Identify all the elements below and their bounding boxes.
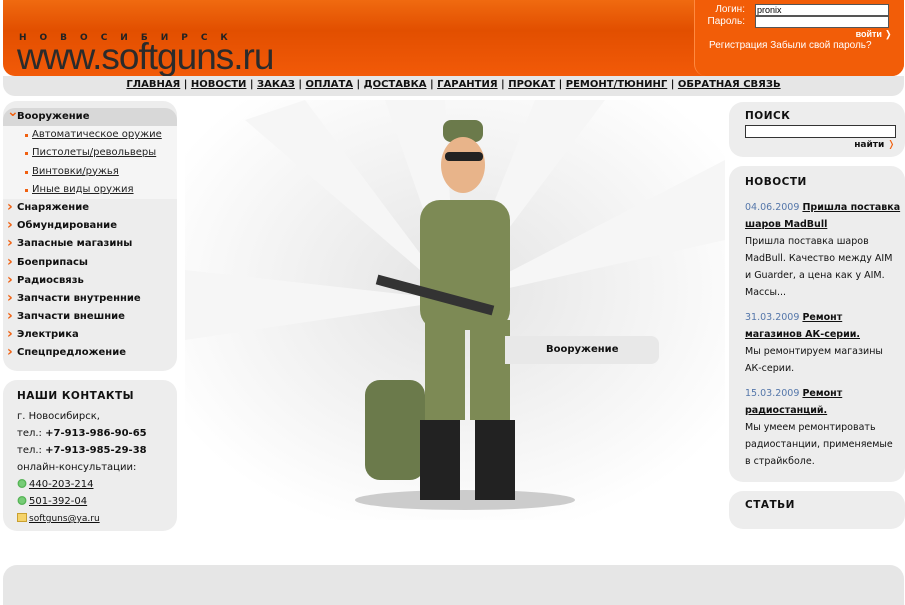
news-text: Мы ремонтируем магазины АК-серии. xyxy=(745,346,883,374)
main-nav: ГЛАВНАЯ | НОВОСТИ | ЗАКАЗ | ОПЛАТА | ДОС… xyxy=(3,76,904,96)
footer xyxy=(3,565,904,605)
news-date: 31.03.2009 xyxy=(745,312,800,323)
email-link[interactable]: softguns@ya.ru xyxy=(29,514,100,524)
menu-item[interactable]: Снаряжение xyxy=(3,198,177,217)
news-item: 31.03.2009 Ремонт магазинов АК-серии. Мы … xyxy=(745,309,901,377)
contacts-title: НАШИ КОНТАКТЫ xyxy=(17,390,135,402)
nav-payment[interactable]: ОПЛАТА xyxy=(306,79,353,90)
menu-item[interactable]: Боеприпасы xyxy=(3,252,177,272)
nav-delivery[interactable]: ДОСТАВКА xyxy=(364,79,427,90)
submenu-other[interactable]: Иные виды оружия xyxy=(32,184,134,195)
login-panel: Логин: Пароль: войти ❭ Регистрация Забыл… xyxy=(694,0,904,76)
site-logo[interactable]: www.softguns.ru xyxy=(17,36,274,78)
tel-label: тел.: xyxy=(17,445,42,456)
icq-icon xyxy=(17,496,27,505)
news-item: 15.03.2009 Ремонт радиостанций. Мы умеем … xyxy=(745,385,901,470)
articles-panel: СТАТЬИ xyxy=(729,491,905,529)
icq-icon xyxy=(17,479,27,488)
news-date: 15.03.2009 xyxy=(745,388,800,399)
login-input[interactable] xyxy=(755,4,889,16)
menu-item[interactable]: Запчасти внутренние xyxy=(3,289,177,308)
menu-item-weapons[interactable]: Вооружение xyxy=(3,103,177,127)
login-label: Логин: xyxy=(715,4,745,15)
news-title: НОВОСТИ xyxy=(745,176,807,188)
contacts-panel: НАШИ КОНТАКТЫ г. Новосибирск, тел.: +7-9… xyxy=(3,380,177,531)
nav-warranty[interactable]: ГАРАНТИЯ xyxy=(437,79,497,90)
nav-home[interactable]: ГЛАВНАЯ xyxy=(126,79,180,90)
icq-link-2[interactable]: 501-392-04 xyxy=(29,496,87,507)
password-label: Пароль: xyxy=(707,16,745,27)
news-date: 04.06.2009 xyxy=(745,202,800,213)
menu-item[interactable]: Электрика xyxy=(3,325,177,344)
contacts-city: г. Новосибирск, xyxy=(17,411,100,422)
menu-item[interactable]: Спецпредложение xyxy=(3,343,177,362)
tel-label: тел.: xyxy=(17,428,42,439)
password-input[interactable] xyxy=(755,16,889,28)
submenu-pistols[interactable]: Пистолеты/револьверы xyxy=(32,147,156,158)
search-panel: ПОИСК найти ❭ xyxy=(729,102,905,157)
register-link[interactable]: Регистрация xyxy=(709,40,767,51)
online-label: онлайн-консультации: xyxy=(17,462,137,473)
submenu-rifles[interactable]: Винтовки/ружья xyxy=(32,166,119,177)
menu-item[interactable]: Запчасти внешние xyxy=(3,307,177,326)
nav-rental[interactable]: ПРОКАТ xyxy=(508,79,555,90)
menu-item[interactable]: Запасные магазины xyxy=(3,234,177,253)
menu-item[interactable]: Радиосвязь xyxy=(3,271,177,290)
menu-item[interactable]: Обмундирование xyxy=(3,216,177,235)
envelope-icon xyxy=(17,513,27,522)
search-title: ПОИСК xyxy=(745,110,791,122)
nav-order[interactable]: ЗАКАЗ xyxy=(257,79,295,90)
icq-link-1[interactable]: 440-203-214 xyxy=(29,479,93,490)
nav-news[interactable]: НОВОСТИ xyxy=(191,79,247,90)
news-item: 04.06.2009 Пришла поставка шаров MadBull… xyxy=(745,199,901,301)
login-button[interactable]: войти ❭ xyxy=(856,29,892,40)
phone-2: +7-913-985-29-38 xyxy=(45,445,147,456)
articles-title[interactable]: СТАТЬИ xyxy=(745,499,905,511)
nav-repair[interactable]: РЕМОНТ/ТЮНИНГ xyxy=(566,79,668,90)
search-input[interactable] xyxy=(745,125,896,138)
hero-illustration: Вооружение xyxy=(185,100,725,520)
news-panel: НОВОСТИ 04.06.2009 Пришла поставка шаров… xyxy=(729,166,905,482)
search-button[interactable]: найти ❭ xyxy=(854,140,895,150)
news-text: Пришла поставка шаров MadBull. Качество … xyxy=(745,236,893,281)
forgot-password-link[interactable]: Забыли свой пароль? xyxy=(770,40,871,51)
phone-1: +7-913-986-90-65 xyxy=(45,428,147,439)
news-more: Массы... xyxy=(745,287,787,298)
submenu-automatic[interactable]: Автоматическое оружие xyxy=(32,129,162,140)
nav-feedback[interactable]: ОБРАТНАЯ СВЯЗЬ xyxy=(678,79,781,90)
soldier-illustration xyxy=(185,100,725,520)
category-caption: Вооружение xyxy=(505,336,659,364)
news-text: Мы умеем ремонтировать радиостанции, при… xyxy=(745,422,893,467)
category-menu: Вооружение Автоматическое оружие Пистоле… xyxy=(3,101,177,371)
